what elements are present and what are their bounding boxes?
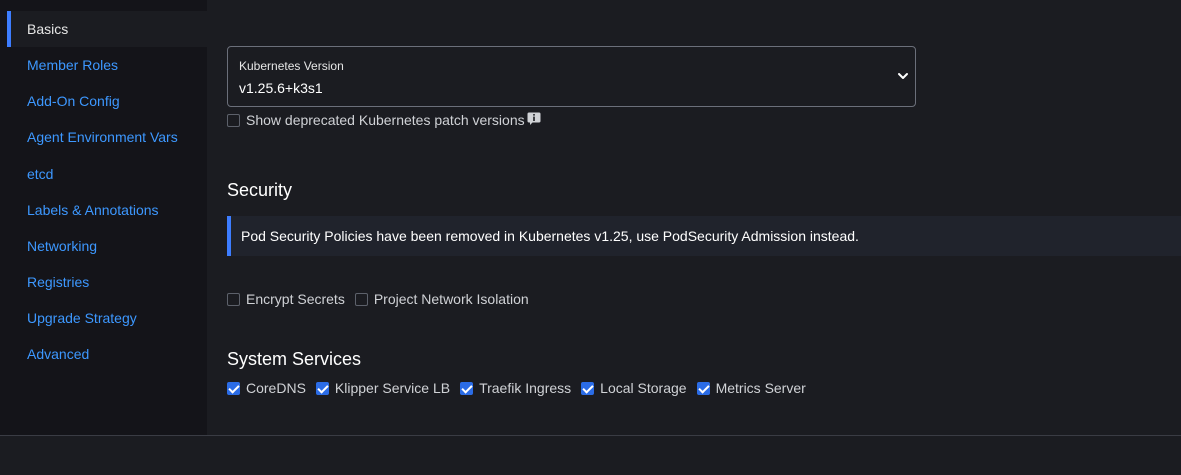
sidebar-item-etcd[interactable]: etcd [7,156,207,192]
kubernetes-version-select[interactable]: Kubernetes Version v1.25.6+k3s1 [227,46,916,107]
kubernetes-version-value: v1.25.6+k3s1 [239,80,323,96]
show-deprecated-label: Show deprecated Kubernetes patch version… [246,112,525,128]
config-main: Kubernetes Version v1.25.6+k3s1 Show dep… [207,0,1181,435]
metrics-server-checkbox[interactable] [696,381,710,395]
klipper-service-lb-checkbox[interactable] [315,381,329,395]
sidebar-item-basics[interactable]: Basics [7,11,207,47]
psp-info-banner: Pod Security Policies have been removed … [227,216,1181,256]
sidebar-item-labels-annotations[interactable]: Labels & Annotations [7,192,207,228]
system-services-row: CoreDNS Klipper Service LB Traefik Ingre… [227,380,816,396]
cluster-config-page: Basics Member Roles Add-On Config Agent … [0,0,1181,475]
local-storage-label: Local Storage [600,380,687,396]
sidebar-item-agent-environment-vars[interactable]: Agent Environment Vars [7,119,207,155]
sidebar-item-networking[interactable]: Networking [7,228,207,264]
metrics-server-label: Metrics Server [715,380,806,396]
project-network-isolation-checkbox[interactable] [354,292,368,306]
sidebar-item-member-roles[interactable]: Member Roles [7,47,207,83]
info-icon[interactable] [527,112,541,125]
chevron-down-icon [898,73,908,79]
traefik-ingress-checkbox[interactable] [460,381,474,395]
system-services-section-title: System Services [227,349,362,369]
project-network-isolation-label: Project Network Isolation [373,291,529,307]
sidebar-item-advanced[interactable]: Advanced [7,336,207,372]
encrypt-secrets-label: Encrypt Secrets [246,291,345,307]
config-sidebar: Basics Member Roles Add-On Config Agent … [0,0,207,435]
traefik-ingress-label: Traefik Ingress [479,380,572,396]
show-deprecated-row: Show deprecated Kubernetes patch version… [227,112,541,128]
coredns-label: CoreDNS [246,380,306,396]
page-footer [0,435,1181,475]
security-section-title: Security [227,180,293,200]
sidebar-item-registries[interactable]: Registries [7,264,207,300]
klipper-service-lb-label: Klipper Service LB [334,380,451,396]
encrypt-secrets-checkbox[interactable] [227,292,240,306]
sidebar-item-add-on-config[interactable]: Add-On Config [7,83,207,119]
show-deprecated-checkbox[interactable] [227,113,240,127]
security-options-row: Encrypt Secrets Project Network Isolatio… [227,291,539,307]
kubernetes-version-label: Kubernetes Version [239,59,344,73]
local-storage-checkbox[interactable] [581,381,595,395]
coredns-checkbox[interactable] [227,381,240,395]
sidebar-item-upgrade-strategy[interactable]: Upgrade Strategy [7,300,207,336]
